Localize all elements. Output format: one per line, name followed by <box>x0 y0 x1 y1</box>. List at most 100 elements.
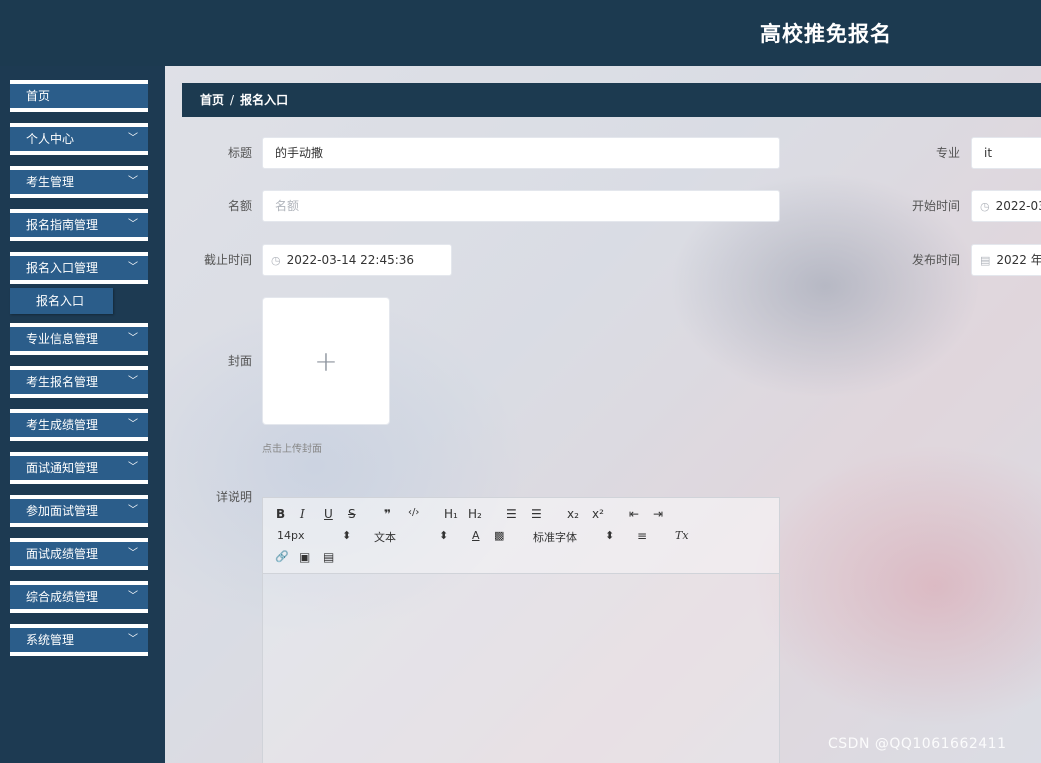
select-caret-icon: ⬍ <box>439 529 449 542</box>
chevron-down-icon: ﹀ <box>128 634 138 645</box>
quota-input[interactable]: 名额 <box>262 190 780 222</box>
clock-icon: ◷ <box>271 254 281 267</box>
indent-icon[interactable]: ⇥ <box>653 507 663 521</box>
deadline-picker[interactable]: ◷ 2022-03-14 22:45:36 <box>262 244 452 276</box>
sidebar-item-label: 考生成绩管理 <box>26 418 99 432</box>
chevron-down-icon: ﹀ <box>128 262 138 273</box>
deadline-label: 截止时间 <box>203 253 252 267</box>
editor-toolbar: B I U S ❞ ‹/› H₁ H₂ ☰ ☰ x₂ x² ⇤ ⇥ 14px ⬍… <box>263 498 779 574</box>
publish-time-label: 发布时间 <box>911 253 960 267</box>
app-title: 高校推免报名 <box>760 22 892 46</box>
sidebar-item-guide-management[interactable]: 报名指南管理 ﹀ <box>10 209 148 241</box>
sidebar-subitem-entry[interactable]: 报名入口 <box>10 288 113 314</box>
sidebar-item-label: 报名入口管理 <box>26 261 99 275</box>
breadcrumb-current: 报名入口 <box>240 93 289 107</box>
sidebar-item-score-management[interactable]: 考生成绩管理 ﹀ <box>10 409 148 441</box>
chevron-down-icon: ﹀ <box>128 333 138 344</box>
calendar-icon: ▤ <box>980 254 991 267</box>
sidebar-item-label: 首页 <box>26 89 51 103</box>
breadcrumb: 首页 / 报名入口 <box>182 83 1041 117</box>
background-color-icon[interactable]: ▩ <box>494 529 504 542</box>
clock-icon: ◷ <box>980 200 990 213</box>
sidebar-item-label: 参加面试管理 <box>26 504 99 518</box>
cover-upload[interactable]: + <box>262 297 390 425</box>
chevron-down-icon: ﹀ <box>128 133 138 144</box>
sidebar-item-label: 考生报名管理 <box>26 375 99 389</box>
sidebar-item-label: 个人中心 <box>26 132 75 146</box>
sidebar-item-entry-management[interactable]: 报名入口管理 ﹀ <box>10 252 148 284</box>
underline-button[interactable]: U <box>324 507 333 521</box>
sidebar-menu: 首页 个人中心 ﹀ 考生管理 ﹀ 报名指南管理 ﹀ 报名入口管理 ﹀ 报名入口 专业信息… <box>0 66 165 763</box>
strike-button[interactable]: S <box>348 507 356 521</box>
code-block-button[interactable]: ‹/› <box>408 507 419 518</box>
breadcrumb-separator: / <box>230 93 235 107</box>
chevron-down-icon: ﹀ <box>128 505 138 516</box>
align-icon[interactable]: ≡ <box>637 529 647 543</box>
sidebar-item-label: 系统管理 <box>26 633 75 647</box>
sidebar-item-label: 报名指南管理 <box>26 218 99 232</box>
start-time-picker[interactable]: ◷ 2022-03 <box>971 190 1041 222</box>
top-header: 高校推免报名 <box>0 0 1041 66</box>
font-family-value: 标准字体 <box>533 531 577 544</box>
sidebar-item-label: 专业信息管理 <box>26 332 99 346</box>
publish-date-picker[interactable]: ▤ 2022 年 <box>971 244 1041 276</box>
major-label: 专业 <box>935 146 960 160</box>
sidebar-item-interview-notice[interactable]: 面试通知管理 ﹀ <box>10 452 148 484</box>
cover-upload-hint: 点击上传封面 <box>262 444 322 455</box>
quota-label: 名额 <box>227 199 252 213</box>
cover-label: 封面 <box>227 354 252 368</box>
format-value: 文本 <box>374 531 396 544</box>
format-select[interactable]: 文本 <box>374 529 396 545</box>
font-size-select[interactable]: 14px <box>277 529 305 542</box>
heading-2-button[interactable]: H₂ <box>468 507 482 521</box>
plus-icon: + <box>314 344 338 378</box>
detail-label: 详说明 <box>215 490 252 504</box>
breadcrumb-home[interactable]: 首页 <box>200 93 224 107</box>
bold-button[interactable]: B <box>276 507 285 521</box>
sidebar-item-system-management[interactable]: 系统管理 ﹀ <box>10 624 148 656</box>
link-icon[interactable]: 🔗 <box>275 550 289 563</box>
sidebar-item-overall-score[interactable]: 综合成绩管理 ﹀ <box>10 581 148 613</box>
chevron-down-icon: ﹀ <box>128 219 138 230</box>
chevron-down-icon: ﹀ <box>128 462 138 473</box>
main-content: 首页 / 报名入口 标题 的手动撒 专业 it 名额 名额 开始时间 ◷ 2022-0… <box>165 66 1041 763</box>
start-time-label: 开始时间 <box>911 199 960 213</box>
chevron-down-icon: ﹀ <box>128 548 138 559</box>
sidebar-item-interview-score[interactable]: 面试成绩管理 ﹀ <box>10 538 148 570</box>
blockquote-button[interactable]: ❞ <box>384 507 391 521</box>
sidebar-item-registration-management[interactable]: 考生报名管理 ﹀ <box>10 366 148 398</box>
font-family-select[interactable]: 标准字体 <box>533 529 577 545</box>
font-size-value: 14px <box>277 529 305 542</box>
font-color-icon[interactable]: A <box>472 529 480 542</box>
chevron-down-icon: ﹀ <box>128 176 138 187</box>
outdent-icon[interactable]: ⇤ <box>629 507 639 521</box>
major-input[interactable]: it <box>971 137 1041 169</box>
image-icon[interactable]: ▣ <box>299 550 310 564</box>
sidebar-item-interview-attend[interactable]: 参加面试管理 ﹀ <box>10 495 148 527</box>
select-caret-icon: ⬍ <box>342 529 352 542</box>
watermark: CSDN @QQ1061662411 <box>828 736 1007 752</box>
chevron-down-icon: ﹀ <box>128 419 138 430</box>
superscript-button[interactable]: x² <box>592 507 604 521</box>
title-label: 标题 <box>227 146 252 160</box>
publish-date-value: 2022 年 <box>996 253 1041 267</box>
bullet-list-icon[interactable]: ☰ <box>531 507 542 521</box>
title-input[interactable]: 的手动撒 <box>262 137 780 169</box>
video-icon[interactable]: ▤ <box>323 550 334 564</box>
chevron-down-icon: ﹀ <box>128 591 138 602</box>
select-caret-icon: ⬍ <box>605 529 615 542</box>
sidebar-item-candidate-management[interactable]: 考生管理 ﹀ <box>10 166 148 198</box>
rich-text-editor[interactable]: B I U S ❞ ‹/› H₁ H₂ ☰ ☰ x₂ x² ⇤ ⇥ 14px ⬍… <box>262 497 780 763</box>
sidebar-item-label: 面试通知管理 <box>26 461 99 475</box>
clear-format-icon[interactable]: Tx <box>675 529 689 542</box>
heading-1-button[interactable]: H₁ <box>444 507 458 521</box>
sidebar-item-personal-center[interactable]: 个人中心 ﹀ <box>10 123 148 155</box>
italic-button[interactable]: I <box>300 507 305 521</box>
subscript-button[interactable]: x₂ <box>567 507 579 521</box>
sidebar-item-label: 综合成绩管理 <box>26 590 99 604</box>
ordered-list-icon[interactable]: ☰ <box>506 507 517 521</box>
deadline-value: 2022-03-14 22:45:36 <box>286 253 415 267</box>
sidebar-item-major-management[interactable]: 专业信息管理 ﹀ <box>10 323 148 355</box>
sidebar-item-home[interactable]: 首页 <box>10 80 148 112</box>
sidebar-item-label: 面试成绩管理 <box>26 547 99 561</box>
